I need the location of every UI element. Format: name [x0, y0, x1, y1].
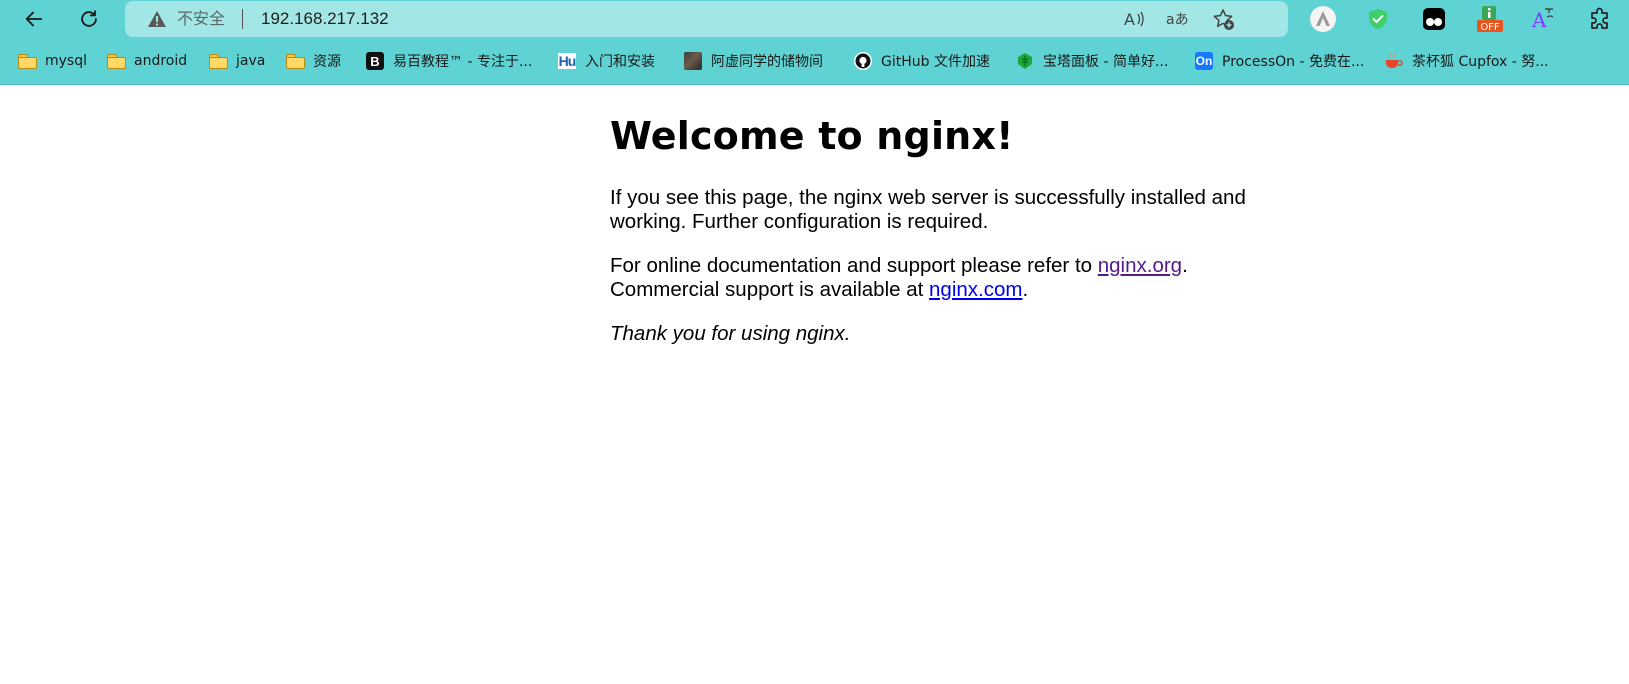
warning-triangle-icon — [148, 11, 166, 27]
add-favorite-icon[interactable] — [1211, 7, 1235, 31]
page-content: Welcome to nginx! If you see this page, … — [610, 106, 1250, 345]
off-extension-icon[interactable]: OFF — [1476, 5, 1504, 33]
hu-favicon-icon: Hu — [558, 53, 576, 69]
folder-icon — [286, 52, 305, 70]
b-favicon-icon: B — [366, 52, 384, 70]
bookmark-label: mysql — [45, 53, 87, 69]
read-aloud-icon[interactable]: A — [1122, 7, 1146, 31]
nginx-com-link[interactable]: nginx.com — [929, 278, 1022, 301]
security-label[interactable]: 不安全 — [177, 9, 225, 29]
support-text-2: . — [1182, 254, 1188, 277]
bookmark-java[interactable]: java — [209, 50, 265, 72]
bookmark-resources[interactable]: 资源 — [286, 50, 341, 72]
bookmark-baota[interactable]: 宝塔面板 - 简单好... — [1016, 50, 1168, 72]
bookmark-github-accel[interactable]: GitHub 文件加速 — [854, 50, 990, 72]
shield-check-extension-icon[interactable] — [1364, 5, 1392, 33]
url-text[interactable]: 192.168.217.132 — [261, 9, 389, 29]
bookmark-label: GitHub 文件加速 — [881, 54, 990, 70]
off-badge: OFF — [1480, 22, 1500, 33]
bookmark-label: android — [134, 53, 188, 69]
back-button[interactable] — [17, 2, 51, 36]
support-paragraph: For online documentation and support ple… — [610, 254, 1250, 302]
browser-chrome: 不安全 192.168.217.132 A aあ OFF A mysql and… — [0, 0, 1629, 85]
address-bar[interactable]: 不安全 192.168.217.132 A aあ — [125, 1, 1288, 37]
cupfox-favicon-icon — [1385, 52, 1403, 70]
bookmark-label: 资源 — [313, 54, 341, 70]
reload-icon — [81, 10, 97, 27]
github-favicon-icon — [854, 52, 872, 70]
bookmark-yiibai[interactable]: B 易百教程™ - 专注于... — [366, 50, 532, 72]
bookmark-label: 入门和安装 — [585, 54, 655, 70]
svg-text:A: A — [1531, 8, 1547, 32]
font-a-extension-icon[interactable]: A — [1530, 5, 1558, 33]
photo-favicon-icon — [684, 52, 702, 70]
bookmark-label: 茶杯狐 Cupfox - 努... — [1412, 54, 1549, 70]
folder-icon — [209, 52, 228, 70]
bookmark-axu-storage[interactable]: 阿虚同学的储物间 — [684, 50, 823, 72]
support-text-4: . — [1022, 278, 1029, 301]
thanks-paragraph: Thank you for using nginx. — [610, 322, 851, 345]
svg-text:A: A — [1124, 10, 1135, 29]
bookmarks-bar: mysql android java 资源 B 易百教程™ - 专注于... H… — [0, 44, 1629, 78]
back-arrow-icon — [25, 11, 43, 27]
nginx-org-link[interactable]: nginx.org — [1098, 254, 1182, 277]
processon-favicon-icon: On — [1195, 52, 1213, 70]
folder-icon — [107, 52, 126, 70]
browser-toolbar: 不安全 192.168.217.132 A aあ OFF A — [0, 0, 1629, 38]
baota-favicon-icon — [1016, 52, 1034, 70]
extensions-puzzle-icon[interactable] — [1586, 5, 1614, 33]
bookmark-android[interactable]: android — [107, 50, 187, 72]
bookmark-mysql[interactable]: mysql — [18, 50, 87, 72]
support-text-1: For online documentation and support ple… — [610, 254, 1098, 277]
support-text-3: Commercial support is available at — [610, 278, 930, 301]
folder-icon — [18, 52, 37, 70]
svg-text:aあ: aあ — [1166, 12, 1189, 28]
bookmark-label: 易百教程™ - 专注于... — [393, 54, 533, 70]
reload-button[interactable] — [72, 2, 106, 36]
bookmark-label: 阿虚同学的储物间 — [711, 54, 823, 70]
bookmark-label: ProcessOn - 免费在... — [1222, 54, 1365, 70]
intro-paragraph: If you see this page, the nginx web serv… — [610, 186, 1246, 233]
page-title: Welcome to nginx! — [610, 114, 1014, 158]
bookmark-cupfox[interactable]: 茶杯狐 Cupfox - 努... — [1385, 50, 1549, 72]
bookmark-label: java — [236, 53, 266, 69]
translate-icon[interactable]: aあ — [1166, 7, 1190, 31]
bookmark-getting-started[interactable]: Hu 入门和安装 — [558, 50, 655, 72]
bookmark-processon[interactable]: On ProcessOn - 免费在... — [1195, 50, 1364, 72]
bookmark-label: 宝塔面板 - 简单好... — [1043, 54, 1169, 70]
tampermonkey-extension-icon[interactable] — [1420, 5, 1448, 33]
address-separator — [242, 9, 243, 29]
a-extension-icon[interactable] — [1309, 5, 1337, 33]
